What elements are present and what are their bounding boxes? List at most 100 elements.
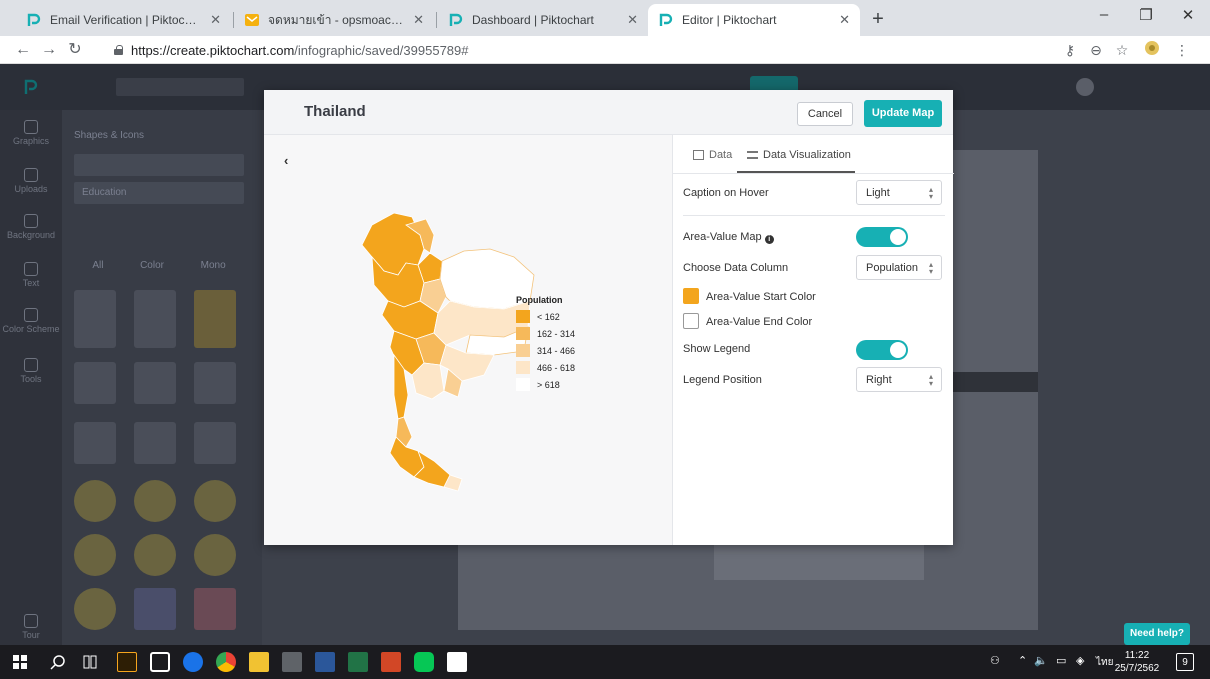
search-icon[interactable] (50, 654, 66, 670)
chrome-app-icon[interactable] (216, 652, 236, 672)
shape-tile[interactable] (74, 480, 116, 522)
minimize-button[interactable]: – (1084, 6, 1124, 23)
url-path: /infographic/saved/39955789# (294, 42, 469, 58)
chrome-menu-icon[interactable]: ⋮ (1172, 40, 1192, 60)
end-color-swatch[interactable] (683, 313, 699, 329)
shape-tile[interactable] (74, 588, 116, 630)
left-nav-tour[interactable]: Tour (0, 614, 62, 640)
info-icon[interactable]: i (764, 235, 774, 244)
browser-tab[interactable]: Dashboard | Piktochart ✕ (438, 4, 648, 36)
notification-center-icon[interactable]: 9 (1176, 653, 1194, 671)
shape-tile[interactable] (74, 290, 116, 348)
back-chevron-icon[interactable]: ‹ (284, 153, 288, 168)
acrobat-app-icon[interactable] (447, 652, 467, 672)
left-nav-graphics[interactable]: Graphics (0, 120, 62, 146)
avatar[interactable] (1076, 78, 1094, 96)
panel-search-input[interactable] (74, 154, 244, 176)
key-icon[interactable]: ⚷ (1060, 40, 1080, 60)
panel-tab-mono[interactable]: Mono (201, 260, 226, 271)
tab-close-icon[interactable]: ✕ (210, 12, 221, 28)
tab-data-visualization[interactable]: Data Visualization (747, 149, 851, 161)
panel-tab-color[interactable]: Color (140, 260, 164, 271)
left-nav-tools[interactable]: Tools (0, 358, 62, 384)
extension-icon[interactable] (1142, 40, 1162, 60)
file-explorer-icon[interactable] (249, 652, 269, 672)
mail-app-icon[interactable] (150, 652, 170, 672)
shape-tile[interactable] (74, 422, 116, 464)
app-tray-icon[interactable]: ◈ (1076, 654, 1084, 667)
people-icon[interactable]: ⚇ (990, 654, 1000, 667)
tab-title: Email Verification | Piktochart (50, 13, 203, 27)
shape-tile[interactable] (134, 290, 176, 348)
caption-on-hover-value: Light (866, 187, 890, 199)
network-icon[interactable]: ▭ (1056, 654, 1066, 667)
left-nav-uploads[interactable]: Uploads (0, 168, 62, 194)
volume-icon[interactable]: 🔈 (1034, 654, 1048, 667)
shape-tile[interactable] (194, 480, 236, 522)
show-legend-toggle[interactable] (856, 340, 908, 360)
forward-button[interactable]: → (38, 39, 60, 61)
shape-tile[interactable] (194, 422, 236, 464)
left-nav-text[interactable]: Text (0, 262, 62, 288)
panel-tab-all[interactable]: All (92, 260, 103, 271)
browser-tab[interactable]: Email Verification | Piktochart ✕ (16, 4, 231, 36)
update-map-button[interactable]: Update Map (864, 100, 942, 127)
area-value-map-toggle[interactable] (856, 227, 908, 247)
cancel-button[interactable]: Cancel (797, 102, 853, 126)
shape-tile[interactable] (194, 588, 236, 630)
shape-tile[interactable] (134, 362, 176, 404)
caption-on-hover-select[interactable]: Light ▴ ▾ (856, 180, 942, 205)
shape-tile[interactable] (134, 534, 176, 576)
excel-app-icon[interactable] (348, 652, 368, 672)
infographic-name-field[interactable] (116, 78, 244, 96)
start-color-swatch[interactable] (683, 288, 699, 304)
updown-caret-icon: ▴ ▾ (928, 260, 933, 276)
new-tab-button[interactable]: + (866, 8, 890, 30)
tab-separator (436, 12, 437, 28)
shape-tile[interactable] (134, 588, 176, 630)
shape-tile[interactable] (194, 534, 236, 576)
tab-data[interactable]: Data (693, 149, 732, 161)
powerpoint-app-icon[interactable] (381, 652, 401, 672)
reload-button[interactable]: ↻ (64, 39, 86, 61)
browser-tab-active[interactable]: Editor | Piktochart ✕ (648, 4, 860, 36)
visualization-icon (747, 151, 758, 159)
tab-close-icon[interactable]: ✕ (413, 12, 424, 28)
shape-tile[interactable] (134, 480, 176, 522)
choose-data-column-select[interactable]: Population ▴ ▾ (856, 255, 942, 280)
browser-tab[interactable]: จดหมายเข้า - opsmoac.go.th - Sm ✕ (234, 4, 434, 36)
calculator-app-icon[interactable] (282, 652, 302, 672)
left-nav-color-scheme[interactable]: Color Scheme (0, 308, 62, 334)
shape-tile[interactable] (194, 362, 236, 404)
zoom-icon[interactable]: ⊖ (1086, 40, 1106, 60)
legend-position-select[interactable]: Right ▴ ▾ (856, 367, 942, 392)
browser-tab-strip: Email Verification | Piktochart ✕ จดหมาย… (0, 0, 1210, 36)
legend-swatch (516, 327, 530, 340)
panel-category-select[interactable]: Education (74, 182, 244, 204)
piktochart-logo-icon (24, 79, 38, 94)
tab-close-icon[interactable]: ✕ (839, 12, 850, 28)
left-nav-background[interactable]: Background (0, 214, 62, 240)
taskbar-clock[interactable]: 11:22 25/7/2562 (1110, 649, 1164, 675)
windows-start-icon[interactable] (13, 655, 27, 669)
star-icon[interactable]: ☆ (1112, 40, 1132, 60)
settings-divider (683, 215, 945, 216)
back-button[interactable]: ← (12, 39, 34, 61)
choose-data-column-label: Choose Data Column (683, 262, 789, 274)
need-help-button[interactable]: Need help? (1124, 623, 1190, 645)
close-window-button[interactable]: ✕ (1168, 6, 1208, 24)
task-view-icon[interactable] (82, 654, 98, 670)
left-nav-label: Text (22, 278, 40, 288)
shape-tile[interactable] (194, 290, 236, 348)
illustrator-app-icon[interactable] (117, 652, 137, 672)
edge-app-icon[interactable] (183, 652, 203, 672)
line-app-icon[interactable] (414, 652, 434, 672)
tray-chevron-icon[interactable]: ⌃ (1018, 654, 1027, 667)
address-bar[interactable]: https://create.piktochart.com/infographi… (110, 39, 1050, 61)
tab-close-icon[interactable]: ✕ (627, 12, 638, 28)
shape-tile[interactable] (134, 422, 176, 464)
shape-tile[interactable] (74, 534, 116, 576)
shape-tile[interactable] (74, 362, 116, 404)
maximize-button[interactable]: ❐ (1126, 6, 1166, 24)
word-app-icon[interactable] (315, 652, 335, 672)
